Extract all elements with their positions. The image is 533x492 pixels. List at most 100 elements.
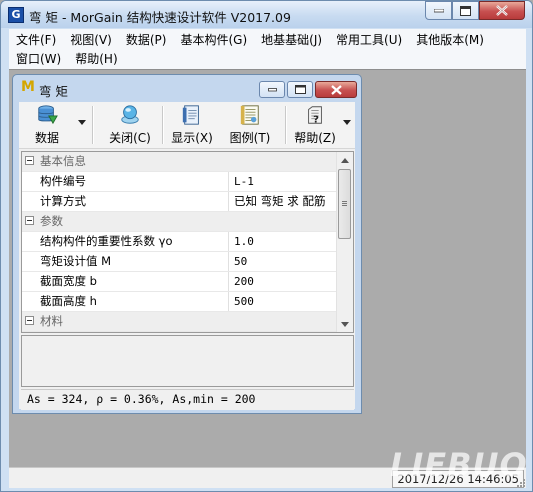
menu-item[interactable]: 帮助(H): [68, 50, 124, 68]
grid-category-row[interactable]: 基本信息: [22, 152, 338, 172]
property-grid: 基本信息构件编号 L-1 计算方式 已知 弯矩 求 配筋参数结构构件的重要性系数 γo…: [21, 151, 354, 333]
collapse-icon[interactable]: [25, 156, 34, 165]
grid-property-row[interactable]: 结构构件的重要性系数 γo 1.0: [22, 232, 338, 252]
menu-row-main: 文件(F) 视图(V) 数据(P) 基本构件(G) 地基基础(J) 常用工具(U) 其他版本…: [9, 31, 491, 49]
child-close-button[interactable]: [315, 81, 357, 98]
display-button[interactable]: 显示(X): [169, 104, 215, 146]
grid-property-row[interactable]: 弯矩设计值 M 50: [22, 252, 338, 272]
close-data-button-label: 关闭(C): [109, 131, 151, 145]
grid-category-row[interactable]: 材料: [22, 312, 338, 332]
property-value[interactable]: 50: [234, 252, 247, 271]
data-dropdown-arrow-icon[interactable]: [78, 120, 86, 125]
maximize-button[interactable]: [452, 1, 479, 20]
property-grid-rows: 基本信息构件编号 L-1 计算方式 已知 弯矩 求 配筋参数结构构件的重要性系数 γo…: [22, 152, 338, 333]
menu-item[interactable]: 视图(V): [63, 31, 119, 49]
minimize-icon: [267, 87, 277, 91]
menu-item[interactable]: 地基基础(J): [254, 31, 329, 49]
child-titlebar[interactable]: M 弯 矩: [13, 75, 361, 101]
menu-row-secondary: 窗口(W) 帮助(H): [9, 50, 125, 68]
menu-bar: 文件(F) 视图(V) 数据(P) 基本构件(G) 地基基础(J) 常用工具(U) 其他版本…: [9, 29, 526, 69]
child-restore-button[interactable]: [287, 81, 313, 98]
minimize-button[interactable]: [425, 1, 452, 20]
grid-category-label: 材料: [40, 314, 63, 328]
app-logo-icon: G: [8, 7, 24, 23]
column-divider: [228, 252, 229, 271]
help-icon: ?: [308, 106, 322, 125]
help-dropdown-arrow-icon[interactable]: [343, 120, 351, 125]
database-icon: [38, 105, 58, 125]
close-icon: [496, 5, 508, 16]
property-label: 截面高度 h: [40, 294, 97, 308]
grid-property-row[interactable]: 截面宽度 b 200: [22, 272, 338, 292]
column-divider: [228, 272, 229, 291]
maximize-icon: [460, 5, 471, 16]
minimize-icon: [433, 8, 444, 12]
property-value[interactable]: 500: [234, 292, 254, 311]
property-label: 截面宽度 b: [40, 274, 97, 288]
main-titlebar[interactable]: G 弯 矩 - MorGain 结构快速设计软件 V2017.09: [1, 1, 532, 28]
menu-item[interactable]: 文件(F): [9, 31, 63, 49]
close-data-button[interactable]: 关闭(C): [103, 104, 157, 146]
help-button[interactable]: ? 帮助(Z): [291, 104, 339, 146]
window-title: 弯 矩 - MorGain 结构快速设计软件 V2017.09: [29, 10, 291, 25]
grid-property-row[interactable]: 截面高度 h 500: [22, 292, 338, 312]
scroll-thumb[interactable]: [338, 169, 351, 239]
data-button[interactable]: 数据: [25, 104, 69, 146]
result-text: As = 324, ρ = 0.36%, As,min = 200: [27, 392, 256, 406]
column-divider: [228, 292, 229, 311]
column-divider: [228, 232, 229, 251]
display-button-label: 显示(X): [171, 131, 213, 145]
property-grid-scrollbar[interactable]: [336, 152, 353, 332]
child-title: 弯 矩: [39, 84, 68, 99]
scroll-up-arrow-icon[interactable]: [341, 158, 349, 163]
grid-category-row[interactable]: 参数: [22, 212, 338, 232]
property-value[interactable]: 200: [234, 272, 254, 291]
close-globe-icon: [121, 105, 139, 124]
close-icon: [330, 84, 342, 95]
toolbar: 数据 关闭(C) 显示(X) 图例(T) ? 帮助(Z): [19, 102, 355, 149]
legend-icon: [240, 105, 259, 125]
property-label: 构件编号: [40, 174, 86, 188]
property-label: 结构构件的重要性系数 γo: [40, 234, 173, 248]
legend-button[interactable]: 图例(T): [225, 104, 275, 146]
grid-property-row[interactable]: 混凝土的强度等级 25: [22, 332, 338, 333]
watermark-logo-icon: LIEBUO: [390, 446, 528, 484]
column-divider: [228, 172, 229, 191]
display-icon: [182, 105, 199, 125]
property-value[interactable]: 1.0: [234, 232, 254, 251]
close-button[interactable]: [479, 1, 525, 20]
toolbar-separator: [92, 106, 94, 144]
help-button-label: 帮助(Z): [294, 131, 336, 145]
result-bar: As = 324, ρ = 0.36%, As,min = 200: [21, 389, 354, 410]
menu-item[interactable]: 基本构件(G): [173, 31, 254, 49]
description-panel: [21, 335, 354, 387]
property-label: 混凝土的强度等级: [40, 332, 132, 333]
grid-category-label: 参数: [40, 214, 63, 228]
child-minimize-button[interactable]: [259, 81, 285, 98]
child-app-icon: M: [21, 79, 35, 95]
collapse-icon[interactable]: [25, 316, 34, 325]
property-value[interactable]: L-1: [234, 172, 254, 191]
menu-item[interactable]: 常用工具(U): [329, 31, 409, 49]
svg-text:LIEBUO: LIEBUO: [390, 446, 528, 484]
scroll-grip-line: [342, 203, 347, 204]
legend-button-label: 图例(T): [229, 131, 271, 145]
collapse-icon[interactable]: [25, 216, 34, 225]
property-label: 弯矩设计值 M: [40, 254, 112, 268]
property-value[interactable]: 已知 弯矩 求 配筋: [234, 192, 325, 211]
scroll-grip-line: [342, 201, 347, 202]
scroll-down-arrow-icon[interactable]: [341, 322, 349, 327]
data-button-label: 数据: [34, 131, 59, 145]
grid-property-row[interactable]: 计算方式 已知 弯矩 求 配筋: [22, 192, 338, 212]
column-divider: [228, 332, 229, 333]
property-value[interactable]: 25: [234, 332, 247, 333]
watermark-logo: LIEBUO: [388, 444, 528, 492]
child-body: 数据 关闭(C) 显示(X) 图例(T) ? 帮助(Z) 基本信息 构件编号 L…: [19, 102, 355, 410]
grid-property-row[interactable]: 构件编号 L-1: [22, 172, 338, 192]
menu-item[interactable]: 数据(P): [119, 31, 174, 49]
column-divider: [228, 192, 229, 211]
grid-category-label: 基本信息: [40, 154, 86, 168]
menu-item[interactable]: 其他版本(M): [409, 31, 491, 49]
toolbar-separator: [162, 106, 164, 144]
menu-item[interactable]: 窗口(W): [9, 50, 68, 68]
